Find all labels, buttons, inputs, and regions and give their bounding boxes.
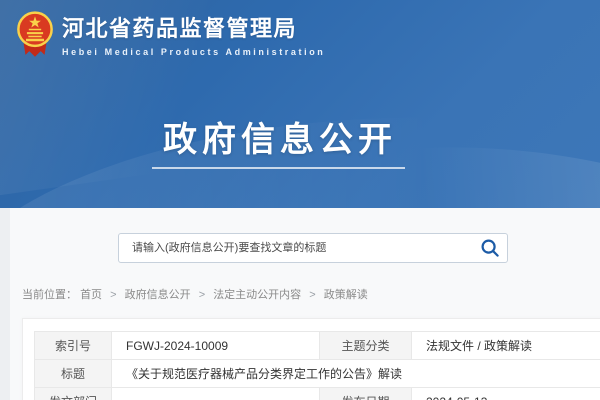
banner-title-underline (152, 167, 405, 169)
org-name-zh: 河北省药品监督管理局 (62, 11, 325, 43)
publish-date-value: 2024-05-13 (412, 388, 600, 400)
breadcrumb-separator: > (309, 289, 315, 301)
topic-category-label: 主题分类 (320, 332, 412, 360)
breadcrumb-item-home[interactable]: 首页 (80, 289, 102, 301)
issuing-department-value (112, 388, 320, 400)
magnifier-icon (480, 238, 500, 258)
title-label: 标题 (35, 360, 112, 388)
left-gutter (0, 208, 10, 400)
page: 河北省药品监督管理局 Hebei Medical Products Admini… (0, 0, 600, 400)
site-logo-link[interactable]: 河北省药品监督管理局 Hebei Medical Products Admini… (16, 9, 325, 59)
org-name-block: 河北省药品监督管理局 Hebei Medical Products Admini… (62, 11, 325, 57)
publish-date-label: 发布日期 (320, 388, 412, 400)
breadcrumb-item-policy-interpretation[interactable]: 政策解读 (324, 289, 368, 301)
content-area: 当前位置： 首页 > 政府信息公开 > 法定主动公开内容 > 政策解读 索引号 … (0, 208, 600, 400)
search-bar (118, 233, 508, 263)
banner-title: 政府信息公开 (0, 112, 560, 161)
breadcrumb-item-gov-info[interactable]: 政府信息公开 (125, 289, 191, 301)
china-national-emblem-icon (16, 9, 54, 59)
search-input[interactable] (118, 233, 508, 263)
breadcrumb-item-proactive-disclosure[interactable]: 法定主动公开内容 (213, 289, 301, 301)
breadcrumb-prefix: 当前位置： (22, 289, 77, 301)
article-info-card: 索引号 FGWJ-2024-10009 主题分类 法规文件 / 政策解读 标题 … (22, 318, 600, 400)
search-button[interactable] (480, 238, 500, 258)
index-number-label: 索引号 (35, 332, 112, 360)
org-name-en: Hebei Medical Products Administration (62, 47, 325, 57)
title-value: 《关于规范医疗器械产品分类界定工作的公告》解读 (112, 360, 600, 388)
breadcrumb: 当前位置： 首页 > 政府信息公开 > 法定主动公开内容 > 政策解读 (22, 286, 368, 302)
top-banner: 河北省药品监督管理局 Hebei Medical Products Admini… (0, 0, 600, 208)
topic-category-value: 法规文件 / 政策解读 (412, 332, 600, 360)
article-info-table: 索引号 FGWJ-2024-10009 主题分类 法规文件 / 政策解读 标题 … (34, 331, 600, 400)
index-number-value: FGWJ-2024-10009 (112, 332, 320, 360)
issuing-department-label: 发文部门 (35, 388, 112, 400)
breadcrumb-separator: > (110, 289, 116, 301)
breadcrumb-separator: > (199, 289, 205, 301)
